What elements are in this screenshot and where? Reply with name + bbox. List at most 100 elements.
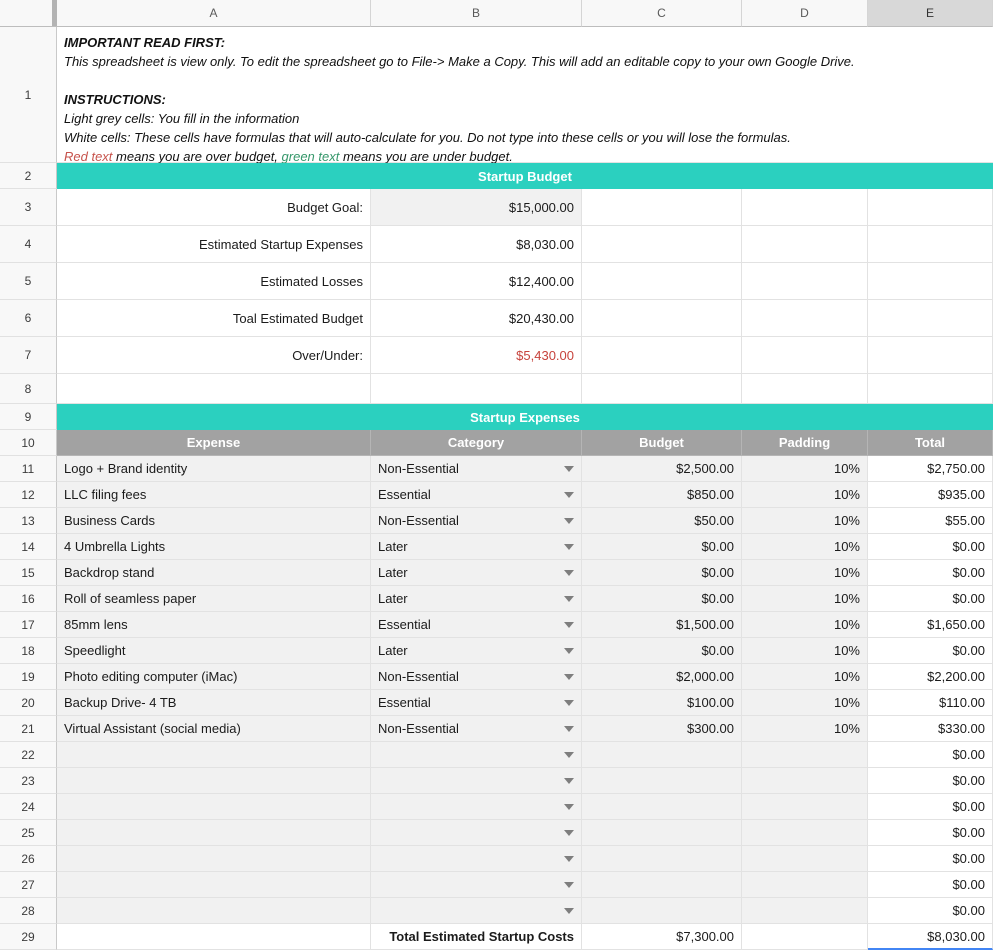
row-number-19[interactable]: 19 bbox=[0, 664, 57, 690]
expense-name[interactable] bbox=[57, 898, 371, 924]
empty-cell[interactable] bbox=[742, 300, 868, 337]
category-cell[interactable] bbox=[371, 846, 582, 872]
header-padding[interactable]: Padding bbox=[742, 430, 868, 456]
total-cell[interactable]: $330.00 bbox=[868, 716, 993, 742]
row-number-5[interactable]: 5 bbox=[0, 263, 57, 300]
total-cell[interactable]: $0.00 bbox=[868, 898, 993, 924]
budget-goal-value[interactable]: $15,000.00 bbox=[371, 189, 582, 226]
row-number-22[interactable]: 22 bbox=[0, 742, 57, 768]
row-number-13[interactable]: 13 bbox=[0, 508, 57, 534]
padding-cell[interactable]: 10% bbox=[742, 482, 868, 508]
padding-cell[interactable] bbox=[742, 846, 868, 872]
total-cell[interactable]: $0.00 bbox=[868, 846, 993, 872]
empty-cell[interactable] bbox=[868, 226, 993, 263]
dropdown-arrow-icon[interactable] bbox=[564, 804, 574, 810]
dropdown-arrow-icon[interactable] bbox=[564, 544, 574, 550]
padding-cell[interactable] bbox=[742, 794, 868, 820]
category-cell[interactable]: Non-Essential bbox=[371, 664, 582, 690]
budget-cell[interactable] bbox=[582, 898, 742, 924]
dropdown-arrow-icon[interactable] bbox=[564, 674, 574, 680]
column-header-b[interactable]: B bbox=[371, 0, 582, 27]
category-cell[interactable]: Non-Essential bbox=[371, 716, 582, 742]
dropdown-arrow-icon[interactable] bbox=[564, 700, 574, 706]
budget-cell[interactable]: $850.00 bbox=[582, 482, 742, 508]
dropdown-arrow-icon[interactable] bbox=[564, 778, 574, 784]
category-cell[interactable]: Essential bbox=[371, 612, 582, 638]
budget-cell[interactable]: $50.00 bbox=[582, 508, 742, 534]
row-number-25[interactable]: 25 bbox=[0, 820, 57, 846]
budget-cell[interactable]: $2,500.00 bbox=[582, 456, 742, 482]
row-number-26[interactable]: 26 bbox=[0, 846, 57, 872]
padding-cell[interactable]: 10% bbox=[742, 560, 868, 586]
expense-name[interactable] bbox=[57, 768, 371, 794]
empty-cell[interactable] bbox=[582, 189, 742, 226]
expense-name[interactable] bbox=[57, 794, 371, 820]
padding-cell[interactable] bbox=[742, 742, 868, 768]
category-cell[interactable] bbox=[371, 794, 582, 820]
budget-cell[interactable]: $0.00 bbox=[582, 534, 742, 560]
row-number-24[interactable]: 24 bbox=[0, 794, 57, 820]
row-number-9[interactable]: 9 bbox=[0, 404, 57, 430]
padding-cell[interactable]: 10% bbox=[742, 586, 868, 612]
total-cell[interactable]: $0.00 bbox=[868, 820, 993, 846]
expense-name[interactable]: Speedlight bbox=[57, 638, 371, 664]
dropdown-arrow-icon[interactable] bbox=[564, 882, 574, 888]
empty-cell[interactable] bbox=[57, 374, 371, 404]
row-number-16[interactable]: 16 bbox=[0, 586, 57, 612]
header-budget[interactable]: Budget bbox=[582, 430, 742, 456]
over-under-label[interactable]: Over/Under: bbox=[57, 337, 371, 374]
total-est-budget-label[interactable]: Toal Estimated Budget bbox=[57, 300, 371, 337]
padding-cell[interactable]: 10% bbox=[742, 508, 868, 534]
row-number-10[interactable]: 10 bbox=[0, 430, 57, 456]
expense-name[interactable] bbox=[57, 820, 371, 846]
row-number-20[interactable]: 20 bbox=[0, 690, 57, 716]
budget-cell[interactable] bbox=[582, 872, 742, 898]
budget-goal-label[interactable]: Budget Goal: bbox=[57, 189, 371, 226]
empty-cell[interactable] bbox=[742, 337, 868, 374]
column-header-d[interactable]: D bbox=[742, 0, 868, 27]
total-cell[interactable]: $0.00 bbox=[868, 586, 993, 612]
category-cell[interactable] bbox=[371, 742, 582, 768]
total-cell[interactable]: $2,200.00 bbox=[868, 664, 993, 690]
padding-cell[interactable] bbox=[742, 768, 868, 794]
row-number-27[interactable]: 27 bbox=[0, 872, 57, 898]
expense-name[interactable]: Logo + Brand identity bbox=[57, 456, 371, 482]
empty-cell[interactable] bbox=[868, 189, 993, 226]
dropdown-arrow-icon[interactable] bbox=[564, 752, 574, 758]
total-cell[interactable]: $55.00 bbox=[868, 508, 993, 534]
expense-name[interactable] bbox=[57, 846, 371, 872]
category-cell[interactable] bbox=[371, 898, 582, 924]
total-cell[interactable]: $0.00 bbox=[868, 534, 993, 560]
category-cell[interactable]: Essential bbox=[371, 690, 582, 716]
dropdown-arrow-icon[interactable] bbox=[564, 856, 574, 862]
over-under-value[interactable]: $5,430.00 bbox=[371, 337, 582, 374]
est-losses-label[interactable]: Estimated Losses bbox=[57, 263, 371, 300]
empty-cell[interactable] bbox=[742, 263, 868, 300]
padding-cell[interactable]: 10% bbox=[742, 612, 868, 638]
row-number-7[interactable]: 7 bbox=[0, 337, 57, 374]
column-header-c[interactable]: C bbox=[582, 0, 742, 27]
expense-name[interactable]: Business Cards bbox=[57, 508, 371, 534]
row-number-18[interactable]: 18 bbox=[0, 638, 57, 664]
row-number-17[interactable]: 17 bbox=[0, 612, 57, 638]
padding-cell[interactable] bbox=[742, 872, 868, 898]
total-cell[interactable]: $110.00 bbox=[868, 690, 993, 716]
row-number-11[interactable]: 11 bbox=[0, 456, 57, 482]
padding-cell[interactable]: 10% bbox=[742, 664, 868, 690]
budget-cell[interactable] bbox=[582, 820, 742, 846]
category-cell[interactable]: Essential bbox=[371, 482, 582, 508]
startup-expenses-title-cell[interactable]: Startup Expenses bbox=[57, 404, 993, 430]
row-number-3[interactable]: 3 bbox=[0, 189, 57, 226]
budget-cell[interactable]: $0.00 bbox=[582, 586, 742, 612]
category-cell[interactable] bbox=[371, 872, 582, 898]
total-cell[interactable]: $0.00 bbox=[868, 560, 993, 586]
empty-cell[interactable] bbox=[582, 263, 742, 300]
expense-name[interactable]: Virtual Assistant (social media) bbox=[57, 716, 371, 742]
column-header-e[interactable]: E bbox=[868, 0, 993, 27]
padding-cell[interactable]: 10% bbox=[742, 638, 868, 664]
budget-cell[interactable]: $0.00 bbox=[582, 560, 742, 586]
header-category[interactable]: Category bbox=[371, 430, 582, 456]
dropdown-arrow-icon[interactable] bbox=[564, 466, 574, 472]
row-number-1[interactable]: 1 bbox=[0, 27, 57, 163]
est-losses-value[interactable]: $12,400.00 bbox=[371, 263, 582, 300]
